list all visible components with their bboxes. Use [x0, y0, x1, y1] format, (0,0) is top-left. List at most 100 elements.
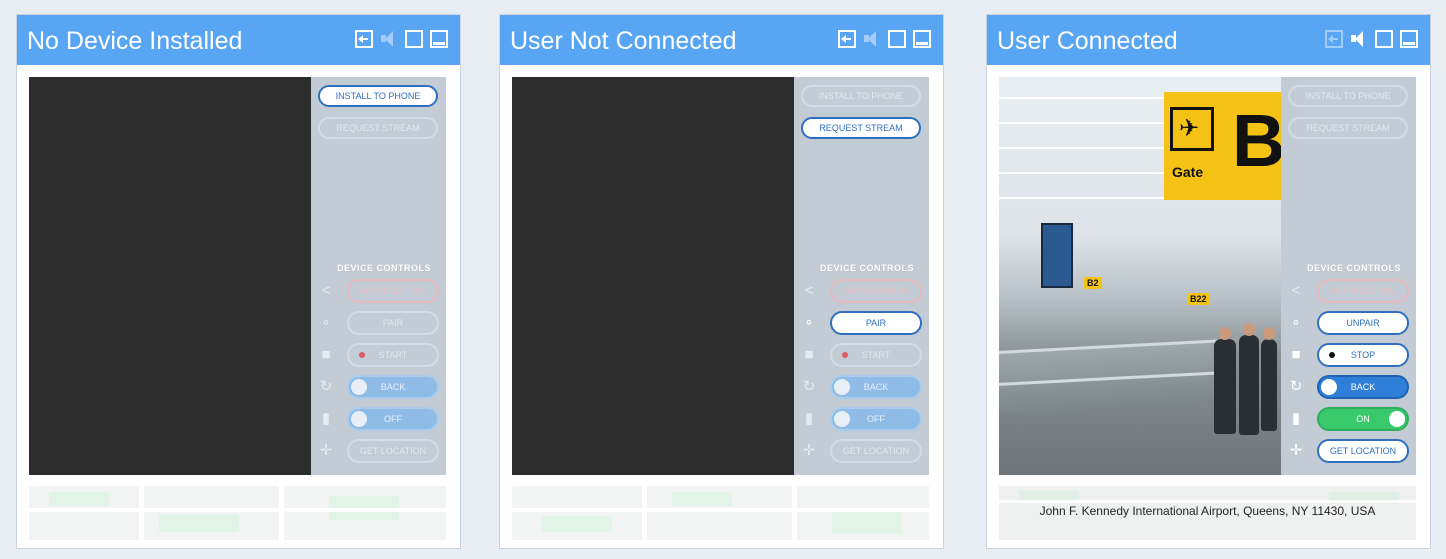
- panel-header: User Not Connected: [500, 15, 943, 65]
- notification-button[interactable]: NOTIFICATION: [347, 279, 439, 303]
- record-row: ■ STOP: [1287, 343, 1412, 367]
- device-controls-label: DEVICE CONTROLS: [819, 263, 914, 273]
- microphone-icon: ▮: [321, 410, 331, 427]
- header-icons: [838, 30, 931, 48]
- share-icon: <: [321, 282, 331, 299]
- camera-toggle[interactable]: BACK: [347, 375, 439, 399]
- start-record-button[interactable]: START: [347, 343, 439, 367]
- video-camera-icon: ■: [321, 346, 331, 363]
- get-location-button[interactable]: GET LOCATION: [830, 439, 922, 463]
- camera-toggle[interactable]: BACK: [830, 375, 922, 399]
- crosshair-icon: ✛: [802, 442, 816, 459]
- record-dot-icon: [1329, 352, 1335, 358]
- request-stream-button[interactable]: REQUEST STREAM: [318, 117, 438, 139]
- map-strip: [512, 486, 929, 540]
- device-controls-label: DEVICE CONTROLS: [336, 263, 431, 273]
- switch-camera-icon: ↻: [1289, 378, 1303, 395]
- toggle-knob: [351, 411, 367, 427]
- install-to-phone-button[interactable]: INSTALL TO PHONE: [1288, 85, 1408, 107]
- panel-user-connected: User Connected ✈ Gate B B2 B22 INSTALL T…: [986, 14, 1431, 549]
- minimize-icon[interactable]: [1400, 30, 1418, 48]
- unpair-button[interactable]: UNPAIR: [1317, 311, 1409, 335]
- mic-toggle-label: OFF: [384, 414, 402, 424]
- microphone-icon: ▮: [1291, 410, 1301, 427]
- video-camera-icon: ■: [804, 346, 814, 363]
- request-stream-button[interactable]: REQUEST STREAM: [1288, 117, 1408, 139]
- exit-icon[interactable]: [1325, 30, 1343, 48]
- minimize-icon[interactable]: [913, 30, 931, 48]
- mic-toggle[interactable]: ON: [1317, 407, 1409, 431]
- fullscreen-icon[interactable]: [1375, 30, 1393, 48]
- gate-letter: B: [1232, 99, 1281, 182]
- switch-camera-icon: ↻: [802, 378, 816, 395]
- panel-header: User Connected: [987, 15, 1430, 65]
- start-record-label: START: [861, 350, 891, 360]
- get-location-button[interactable]: GET LOCATION: [1317, 439, 1409, 463]
- exit-icon[interactable]: [838, 30, 856, 48]
- stop-record-label: STOP: [1350, 350, 1376, 360]
- panel-user-not-connected: User Not Connected INSTALL TO PHONE REQU…: [499, 14, 944, 549]
- map-strip: [29, 486, 446, 540]
- record-dot-icon: [359, 352, 365, 358]
- control-sidebar: INSTALL TO PHONE REQUEST STREAM DEVICE C…: [311, 77, 446, 475]
- person: [1214, 339, 1236, 434]
- share-icon: <: [804, 282, 814, 299]
- start-record-label: START: [378, 350, 408, 360]
- link-icon: ∘: [321, 314, 331, 331]
- location-row: ✛ GET LOCATION: [800, 439, 925, 463]
- notification-row: < NOTIFICATION: [800, 279, 925, 303]
- location-address: John F. Kennedy International Airport, Q…: [1039, 504, 1376, 518]
- video-camera-icon: ■: [1291, 346, 1301, 363]
- fullscreen-icon[interactable]: [405, 30, 423, 48]
- toggle-knob: [1389, 411, 1405, 427]
- notification-button[interactable]: NOTIFICATION: [830, 279, 922, 303]
- microphone-icon: ▮: [804, 410, 814, 427]
- control-sidebar: INSTALL TO PHONE REQUEST STREAM DEVICE C…: [794, 77, 929, 475]
- control-sidebar: INSTALL TO PHONE REQUEST STREAM DEVICE C…: [1281, 77, 1416, 475]
- panel-title: User Connected: [997, 27, 1178, 55]
- panel-title: User Not Connected: [510, 27, 737, 55]
- link-icon: ∘: [1291, 314, 1301, 331]
- pair-button[interactable]: PAIR: [347, 311, 439, 335]
- install-to-phone-button[interactable]: INSTALL TO PHONE: [318, 85, 438, 107]
- airplane-icon: ✈: [1179, 115, 1200, 142]
- sign-b2: B2: [1084, 277, 1102, 289]
- switch-camera-icon: ↻: [319, 378, 333, 395]
- mic-toggle-label: ON: [1356, 414, 1370, 424]
- person: [1239, 335, 1259, 435]
- map-strip: John F. Kennedy International Airport, Q…: [999, 486, 1416, 540]
- mic-toggle[interactable]: OFF: [830, 407, 922, 431]
- stop-record-button[interactable]: STOP: [1317, 343, 1409, 367]
- minimize-icon[interactable]: [430, 30, 448, 48]
- panel-no-device-installed: No Device Installed INSTALL TO PHONE REQ…: [16, 14, 461, 549]
- notification-row: < NOTIFICATION: [1287, 279, 1412, 303]
- start-record-button[interactable]: START: [830, 343, 922, 367]
- camera-toggle[interactable]: BACK: [1317, 375, 1409, 399]
- pair-row: ∘ PAIR: [800, 311, 925, 335]
- notification-button[interactable]: NOTIFICATION: [1317, 279, 1409, 303]
- pair-button[interactable]: PAIR: [830, 311, 922, 335]
- pair-row: ∘ PAIR: [317, 311, 442, 335]
- record-row: ■ START: [317, 343, 442, 367]
- exit-icon[interactable]: [355, 30, 373, 48]
- speaker-icon[interactable]: [380, 30, 398, 48]
- speaker-icon[interactable]: [863, 30, 881, 48]
- mic-row: ▮ ON: [1287, 407, 1412, 431]
- fullscreen-icon[interactable]: [888, 30, 906, 48]
- mic-row: ▮ OFF: [317, 407, 442, 431]
- request-stream-button[interactable]: REQUEST STREAM: [801, 117, 921, 139]
- crosshair-icon: ✛: [319, 442, 333, 459]
- link-icon: ∘: [804, 314, 814, 331]
- video-area: [29, 77, 311, 475]
- toggle-knob: [351, 379, 367, 395]
- camera-toggle-label: BACK: [380, 382, 406, 392]
- crosshair-icon: ✛: [1289, 442, 1303, 459]
- location-row: ✛ GET LOCATION: [317, 439, 442, 463]
- camera-toggle-label: BACK: [863, 382, 889, 392]
- sign-b22: B22: [1187, 293, 1210, 305]
- get-location-button[interactable]: GET LOCATION: [347, 439, 439, 463]
- speaker-icon[interactable]: [1350, 30, 1368, 48]
- mic-toggle[interactable]: OFF: [347, 407, 439, 431]
- install-to-phone-button[interactable]: INSTALL TO PHONE: [801, 85, 921, 107]
- toggle-knob: [1321, 379, 1337, 395]
